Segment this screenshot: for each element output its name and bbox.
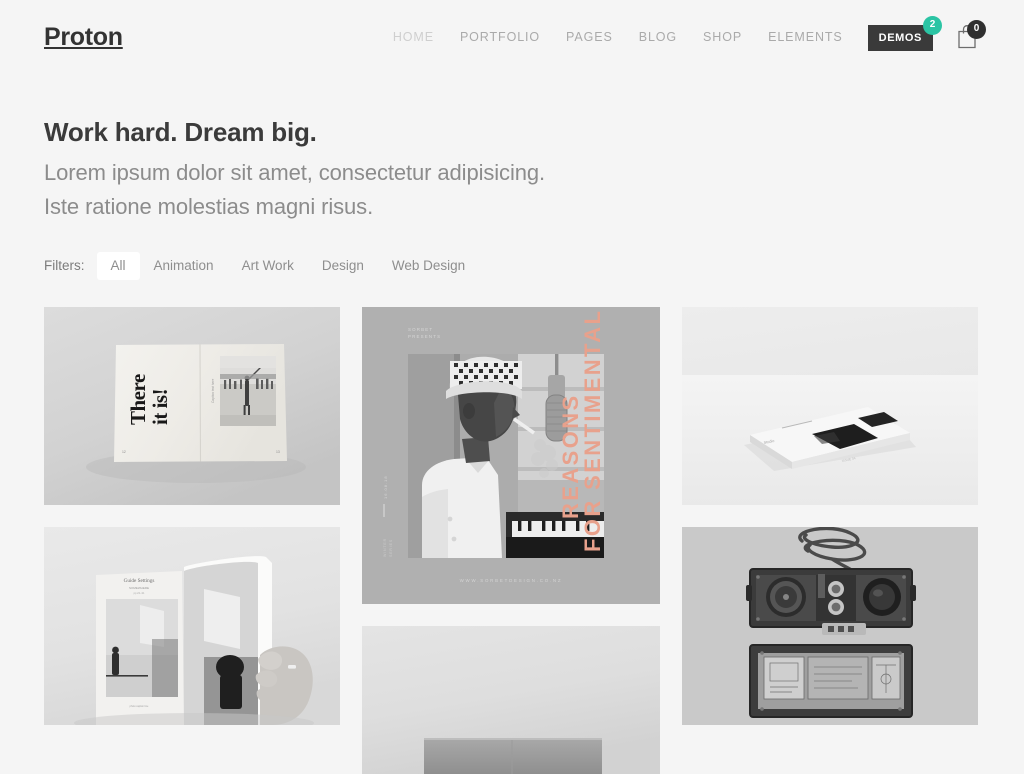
- demos-button-wrapper: DEMOS 2: [867, 15, 942, 51]
- svg-text:PRESENTS: PRESENTS: [408, 334, 441, 339]
- hero-heading: Work hard. Dream big.: [44, 117, 317, 147]
- filter-all[interactable]: All: [96, 252, 140, 280]
- svg-text:SORBET: SORBET: [408, 327, 433, 332]
- nav-item-elements[interactable]: ELEMENTS: [755, 21, 856, 54]
- svg-text:REASONS: REASONS: [558, 393, 583, 519]
- svg-text:There: There: [126, 374, 150, 425]
- cart-button[interactable]: 0: [954, 19, 986, 54]
- svg-text:12: 12: [122, 450, 126, 454]
- portfolio-item-album-poster[interactable]: SORBET PRESENTS FOR SENTIMENTAL REASONS …: [362, 306, 660, 604]
- nav-item-blog[interactable]: BLOG: [626, 21, 690, 54]
- portfolio-column-2: SORBET PRESENTS FOR SENTIMENTAL REASONS …: [362, 306, 660, 774]
- cart-badge: 0: [967, 19, 986, 39]
- portfolio-item-book-on-table[interactable]: Studio ISSUE 04: [682, 306, 978, 505]
- svg-text:SERIES: SERIES: [389, 539, 393, 557]
- filter-web-design[interactable]: Web Design: [378, 252, 479, 280]
- demos-badge: 2: [923, 15, 942, 35]
- svg-text:SOMEWHERE: SOMEWHERE: [129, 586, 149, 590]
- svg-text:FOR SENTIMENTAL: FOR SENTIMENTAL: [580, 309, 605, 552]
- svg-text:Caption text here: Caption text here: [211, 378, 215, 403]
- filter-animation[interactable]: Animation: [140, 252, 228, 280]
- hero-subtitle-line-1: Lorem ipsum dolor sit amet, consectetur …: [44, 160, 546, 186]
- svg-text:WWW.SORBETDESIGN.CO.NZ: WWW.SORBETDESIGN.CO.NZ: [460, 578, 563, 583]
- portfolio-grid: There it is! 12 Caption text here 13 Gui…: [44, 306, 980, 774]
- filter-design[interactable]: Design: [308, 252, 378, 280]
- svg-text:Guide Settings: Guide Settings: [124, 578, 155, 584]
- nav-item-home[interactable]: HOME: [380, 21, 447, 54]
- svg-text:WINTER: WINTER: [383, 538, 387, 557]
- nav-item-portfolio[interactable]: PORTFOLIO: [447, 21, 553, 54]
- filter-art-work[interactable]: Art Work: [228, 252, 308, 280]
- main-navigation: HOME PORTFOLIO PAGES BLOG SHOP ELEMENTS: [380, 21, 856, 54]
- portfolio-item-vintage-equipment[interactable]: [682, 526, 978, 725]
- hero-subtitle-line-2: Iste ratione molestias magni risus.: [44, 194, 374, 220]
- portfolio-item-open-book-spread[interactable]: There it is! 12 Caption text here 13: [44, 306, 340, 505]
- portfolio-item-hand-holding-magazine[interactable]: Guide Settings SOMEWHERE pp 22–31 photo …: [44, 526, 340, 725]
- header-right-cluster: HOME PORTFOLIO PAGES BLOG SHOP ELEMENTS …: [380, 15, 986, 54]
- portfolio-item-light-gray-scene[interactable]: [362, 625, 660, 774]
- hero-section: Work hard. Dream big. Lorem ipsum dolor …: [0, 75, 1024, 224]
- svg-text:photo caption line: photo caption line: [130, 705, 149, 708]
- svg-text:13: 13: [276, 450, 280, 454]
- nav-item-shop[interactable]: SHOP: [690, 21, 755, 54]
- svg-text:16.08.18: 16.08.18: [383, 475, 388, 499]
- nav-item-pages[interactable]: PAGES: [553, 21, 626, 54]
- site-header: Proton HOME PORTFOLIO PAGES BLOG SHOP EL…: [0, 0, 1024, 75]
- svg-text:pp 22–31: pp 22–31: [134, 591, 145, 595]
- site-logo[interactable]: Proton: [44, 25, 123, 50]
- portfolio-filters: Filters: All Animation Art Work Design W…: [0, 224, 1024, 280]
- portfolio-column-3: Studio ISSUE 04: [682, 306, 978, 725]
- portfolio-column-1: There it is! 12 Caption text here 13 Gui…: [44, 306, 340, 725]
- svg-text:it is!: it is!: [148, 389, 172, 425]
- filters-label: Filters:: [44, 258, 85, 274]
